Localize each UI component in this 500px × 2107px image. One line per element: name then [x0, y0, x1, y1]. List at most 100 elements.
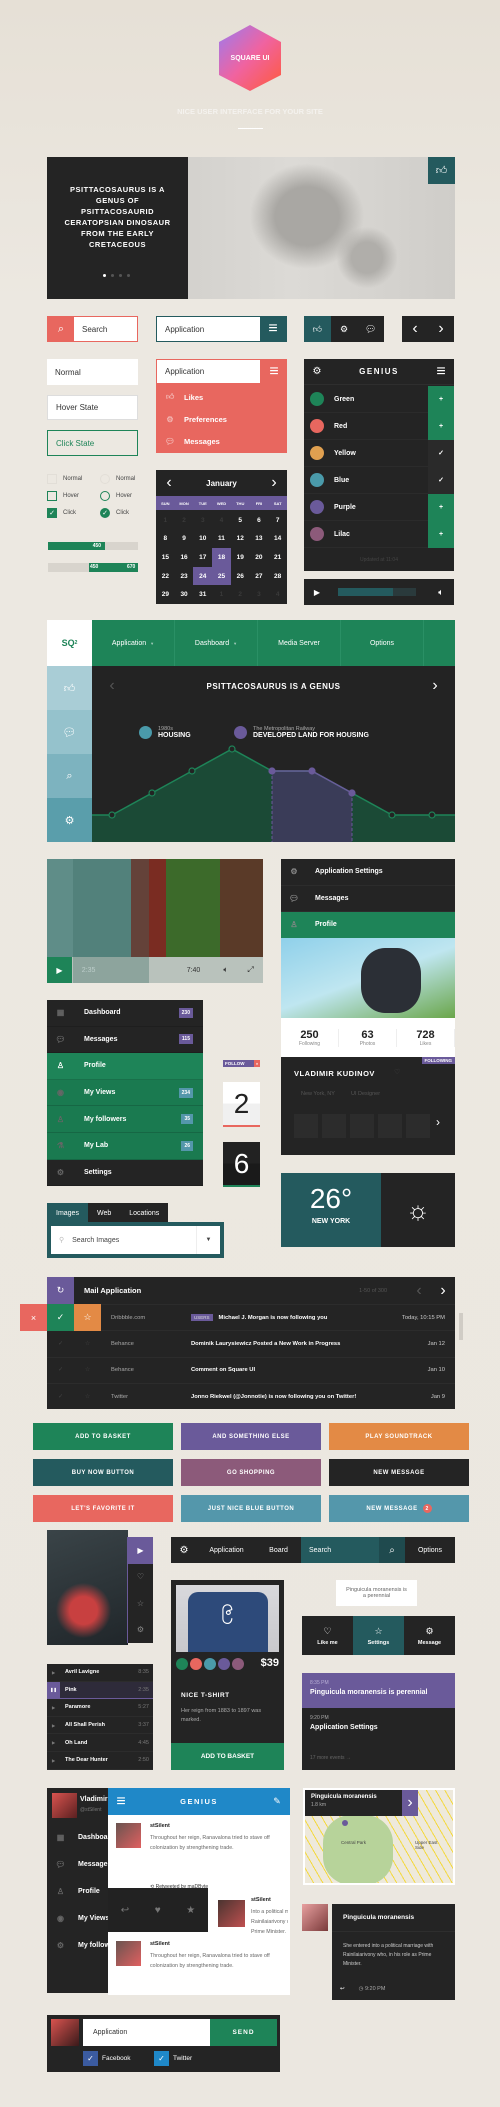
- hamburger-icon[interactable]: ≡: [428, 363, 454, 381]
- calendar-day[interactable]: 12: [231, 530, 250, 549]
- speech-bubble-icon[interactable]: 💬︎: [47, 710, 92, 754]
- gear-icon[interactable]: ⚙: [171, 1545, 197, 1556]
- calendar-day[interactable]: 9: [175, 530, 194, 549]
- next-button[interactable]: ›: [428, 320, 454, 338]
- menu-item[interactable]: ♙ Profile: [47, 1053, 203, 1080]
- play-button[interactable]: ▶: [47, 957, 72, 983]
- radio-box[interactable]: [100, 473, 110, 484]
- color-list-item[interactable]: Red +: [304, 412, 454, 440]
- checkbox-box[interactable]: [47, 490, 57, 501]
- calendar-day[interactable]: 11: [212, 530, 231, 549]
- menu-item[interactable]: ◉ My Views 234: [47, 1079, 203, 1107]
- nav-item[interactable]: Application: [197, 1547, 256, 1554]
- gear-icon[interactable]: ⚙: [47, 798, 92, 842]
- nav-item-options[interactable]: Options: [341, 620, 424, 666]
- tab-web[interactable]: Web: [87, 1203, 121, 1223]
- image-search-input[interactable]: ⚲ Search Images ▼: [51, 1226, 220, 1254]
- check-icon[interactable]: ✓: [47, 1394, 74, 1400]
- menu-item[interactable]: ⚗ My Lab 26: [47, 1132, 203, 1160]
- volume-icon[interactable]: 🔈︎: [213, 957, 238, 983]
- event-title[interactable]: Application Settings: [310, 1724, 378, 1731]
- calendar-day[interactable]: 7: [268, 511, 287, 530]
- avatar[interactable]: [52, 1793, 77, 1818]
- play-icon[interactable]: ▶: [47, 1734, 60, 1751]
- application-select[interactable]: Application ≡: [156, 316, 287, 342]
- event-title[interactable]: Pinguicula moranensis is perennial: [310, 1689, 447, 1696]
- nav-item-dashboard[interactable]: Dashboard ▼: [175, 620, 258, 666]
- hamburger-icon[interactable]: ≡: [261, 359, 287, 384]
- pause-icon[interactable]: ❚❚: [47, 1681, 60, 1699]
- star-icon[interactable]: ☆: [74, 1341, 101, 1347]
- tab-images[interactable]: Images: [47, 1203, 88, 1223]
- plus-icon[interactable]: +: [428, 385, 454, 413]
- feed-post[interactable]: stSilent Into a political marriage with …: [218, 1892, 288, 1934]
- checkbox-box[interactable]: [47, 473, 57, 484]
- hamburger-icon[interactable]: ≡: [108, 1793, 134, 1811]
- calendar-day[interactable]: 31: [193, 585, 212, 604]
- mail-row[interactable]: ✓ ☆ Twitter Jonno Riekwel (@Jonnotie) is no…: [47, 1382, 455, 1409]
- search-field[interactable]: ⌕ Search: [47, 316, 138, 342]
- check-icon[interactable]: ✓: [428, 466, 454, 494]
- playlist-track[interactable]: ❚❚ Pink 2:35: [47, 1681, 153, 1700]
- calendar-day[interactable]: 4: [212, 511, 231, 530]
- calendar-day[interactable]: 22: [156, 567, 175, 586]
- dropdown-item[interactable]: 💬︎ Messages: [156, 430, 287, 452]
- color-swatch[interactable]: [232, 1658, 244, 1670]
- prev-page-button[interactable]: ‹: [407, 1282, 431, 1300]
- calendar-next[interactable]: ›: [261, 474, 287, 492]
- map-pin[interactable]: [342, 1820, 348, 1826]
- slide-dot[interactable]: [103, 274, 106, 277]
- progress-bar[interactable]: 450: [48, 542, 138, 550]
- heart-icon[interactable]: ♥: [155, 1905, 161, 1916]
- input-hover[interactable]: Hover State: [47, 395, 138, 420]
- thumbs-up-icon[interactable]: 👍︎: [47, 666, 92, 710]
- map-next-button[interactable]: ›: [402, 1790, 418, 1816]
- playlist-track[interactable]: ▶ Avril Lavigne 8:35: [47, 1664, 153, 1682]
- calendar-day[interactable]: 18: [212, 548, 231, 567]
- menu-item[interactable]: ▦ Dashboard 230: [47, 1000, 203, 1027]
- play-icon[interactable]: ▶: [47, 1717, 60, 1734]
- menu-item[interactable]: ♙ Profile: [281, 912, 455, 939]
- button-buy-now-button[interactable]: BUY NOW BUTTON: [33, 1459, 173, 1486]
- next-slide-button[interactable]: ›: [415, 666, 455, 706]
- radio-checked[interactable]: ✓ Click: [100, 504, 150, 521]
- calendar-day[interactable]: 17: [193, 548, 212, 567]
- menu-item[interactable]: ⚙ My followers: [47, 1932, 117, 1959]
- calendar-day[interactable]: 27: [250, 567, 269, 586]
- plus-icon[interactable]: +: [428, 412, 454, 440]
- search-icon[interactable]: ⌕: [47, 754, 92, 798]
- menu-item[interactable]: 💬︎ Messages 115: [47, 1026, 203, 1054]
- photo-thumbnail[interactable]: [350, 1114, 374, 1138]
- add-to-basket-button[interactable]: ADD TO BASKET: [171, 1743, 284, 1770]
- playlist-track[interactable]: ▶ Oh Land 4:45: [47, 1734, 153, 1752]
- color-list-item[interactable]: Lilac +: [304, 520, 454, 548]
- calendar-day[interactable]: 10: [193, 530, 212, 549]
- play-icon[interactable]: ▶: [47, 1664, 60, 1681]
- calendar-day[interactable]: 26: [231, 567, 250, 586]
- dropdown-input[interactable]: Application: [156, 359, 261, 384]
- color-swatch[interactable]: [190, 1658, 202, 1670]
- menu-item[interactable]: 💬︎ Messages: [281, 886, 455, 912]
- color-list-item[interactable]: Blue ✓: [304, 466, 454, 494]
- play-icon[interactable]: ▶: [47, 1752, 60, 1769]
- tab-message[interactable]: ⚙ Message: [404, 1616, 455, 1655]
- calendar-day[interactable]: 15: [156, 548, 175, 567]
- facebook-checkbox[interactable]: ✓: [83, 2051, 98, 2066]
- button-new-message[interactable]: NEW MESSAGE 2: [329, 1495, 469, 1522]
- calendar-day[interactable]: 28: [268, 567, 287, 586]
- speech-bubble-icon[interactable]: 💬︎: [357, 316, 384, 342]
- calendar-day[interactable]: 4: [268, 585, 287, 604]
- calendar-day[interactable]: 29: [156, 585, 175, 604]
- calendar-day[interactable]: 25: [212, 566, 231, 586]
- color-list-item[interactable]: Purple +: [304, 493, 454, 521]
- play-icon[interactable]: ▶: [128, 1537, 153, 1564]
- photo-thumbnail[interactable]: [294, 1114, 318, 1138]
- calendar-day[interactable]: 3: [250, 585, 269, 604]
- checkbox-normal[interactable]: Normal: [47, 470, 97, 487]
- mail-row[interactable]: ✓ ☆ Behance Dominik Laurysiewicz Posted a N…: [47, 1330, 455, 1356]
- button-go-shopping[interactable]: GO SHOPPING: [181, 1459, 321, 1486]
- checkbox-box[interactable]: ✓: [47, 507, 57, 518]
- menu-item[interactable]: ♙ My followers 35: [47, 1106, 203, 1133]
- calendar-day[interactable]: 6: [250, 511, 269, 530]
- prev-button[interactable]: ‹: [402, 320, 428, 338]
